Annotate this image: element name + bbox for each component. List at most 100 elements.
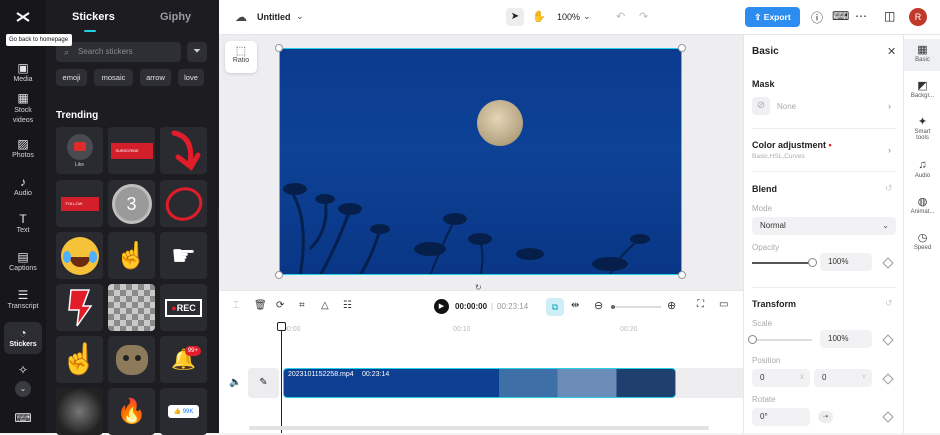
scale-slider[interactable] (748, 335, 812, 344)
screen-icon[interactable]: ▭ (719, 299, 728, 310)
play-button[interactable]: ▶ (434, 299, 449, 314)
playhead[interactable] (277, 322, 286, 433)
sticker-laugh-emoji[interactable] (56, 232, 103, 279)
opacity-input[interactable]: 100% (820, 253, 872, 271)
rail-item-keyboard[interactable]: ⌨ (0, 410, 46, 426)
delete-icon[interactable]: 🗑 (254, 300, 267, 311)
zoom-out-icon[interactable]: ⊖ (594, 299, 603, 312)
split-icon[interactable]: ⌶ (233, 300, 239, 311)
reset-icon[interactable]: ↺ (885, 298, 893, 309)
flip-icon[interactable]: △ (321, 300, 329, 311)
reset-icon[interactable]: ↺ (885, 183, 893, 194)
opacity-slider[interactable] (752, 258, 817, 267)
rail-item-stock-videos[interactable]: ▦ Stock videos (0, 90, 46, 126)
cover-edit-button[interactable]: ✎ (248, 368, 279, 398)
video-clip[interactable]: 2023101152258.mp4 00:23:14 (283, 368, 676, 398)
zoom-select[interactable]: 100% (557, 12, 580, 22)
undo-icon[interactable]: ↶ (616, 10, 625, 23)
position-x-input[interactable]: 0X (752, 369, 810, 387)
edit-icon[interactable]: ☷ (343, 300, 352, 311)
resize-handle[interactable] (678, 44, 686, 52)
rail-item-effects[interactable]: ✧ (0, 362, 46, 378)
help-icon[interactable]: ⓘ (811, 9, 823, 26)
tab-giphy[interactable]: Giphy (160, 11, 191, 23)
rail-tab-speed[interactable]: ◷ Speed (904, 231, 940, 251)
rail-item-stickers[interactable]: ◔ Stickers (4, 322, 42, 354)
rail-item-captions[interactable]: ▤ Captions (0, 249, 46, 272)
replay-icon[interactable]: ⟳ (276, 300, 284, 311)
project-title[interactable]: Untitled (257, 12, 291, 22)
rotate-dial[interactable]: ⇢ (818, 411, 833, 423)
zoom-in-icon[interactable]: ⊕ (667, 299, 676, 312)
sticker-countdown[interactable]: 3 (108, 180, 155, 227)
capcut-logo-icon[interactable] (15, 9, 31, 25)
search-input[interactable]: ⌕ Search stickers (56, 42, 181, 62)
chip-emoji[interactable]: emoji (56, 69, 87, 86)
rail-tab-audio[interactable]: ♫ Audio (904, 159, 940, 179)
scale-input[interactable]: 100% (820, 330, 872, 348)
resize-handle[interactable] (678, 271, 686, 279)
sticker-mosaic[interactable] (108, 284, 155, 331)
export-button[interactable]: ⇪ Export (745, 7, 800, 27)
link-icon[interactable]: ⇹ (571, 300, 579, 311)
keyframe-icon[interactable] (882, 334, 894, 346)
sticker-rec[interactable]: ●REC (160, 284, 207, 331)
sticker-red-arrow-down[interactable] (56, 284, 103, 331)
chevron-right-icon[interactable]: › (888, 101, 891, 111)
keyframe-icon[interactable] (882, 411, 894, 423)
rail-item-audio[interactable]: ♪ Audio (0, 174, 46, 197)
rail-item-media[interactable]: ▣ Media (0, 60, 46, 83)
chevron-down-icon[interactable]: ⌄ (296, 11, 304, 22)
magnet-toggle[interactable]: ⧉ (546, 298, 564, 316)
sticker-fire[interactable]: 🔥 (108, 388, 155, 435)
sticker-speed-lines[interactable] (56, 388, 103, 435)
position-y-input[interactable]: 0Y (814, 369, 872, 387)
layout-toggle-icon[interactable]: ◫ (884, 9, 895, 23)
sticker-follow[interactable]: FOLLOW (56, 180, 103, 227)
sticker-like-counter[interactable]: 👍 99K (160, 388, 207, 435)
sticker-click-hand[interactable]: ☝ (108, 232, 155, 279)
sticker-white-hand[interactable]: ☝ (56, 336, 103, 383)
timeline-scrollbar[interactable] (249, 426, 709, 430)
video-preview[interactable] (279, 48, 682, 275)
sticker-notification[interactable]: 🔔 99+ (160, 336, 207, 383)
sticker-subscribe[interactable]: SUBSCRIBE (108, 127, 155, 174)
blend-mode-select[interactable]: Normal ⌄ (752, 217, 896, 235)
chip-love[interactable]: love (178, 69, 204, 86)
volume-icon[interactable]: 🔈 (229, 377, 241, 388)
redo-icon[interactable]: ↷ (639, 10, 648, 23)
chevron-right-icon[interactable]: › (888, 145, 891, 155)
rail-tab-smart-tools[interactable]: ✦ Smart tools (904, 115, 940, 141)
keyframe-icon[interactable] (882, 257, 894, 269)
rail-tab-animation[interactable]: ◍ Animat... (904, 195, 940, 215)
fullscreen-icon[interactable]: ⛶ (697, 299, 704, 310)
sticker-like[interactable]: Like (56, 127, 103, 174)
chip-mosaic[interactable]: mosaic (94, 69, 133, 86)
sticker-cat[interactable] (108, 336, 155, 383)
ratio-button[interactable]: ⬚ Ratio (225, 41, 257, 73)
select-tool-button[interactable]: ➤ (506, 8, 524, 26)
tab-stickers[interactable]: Stickers (72, 11, 115, 23)
no-mask-icon[interactable]: ⊘ (752, 97, 770, 115)
sticker-red-arrow[interactable] (160, 127, 207, 174)
shortcuts-icon[interactable]: ⌨ (832, 9, 849, 23)
chip-arrow[interactable]: arrow (140, 69, 171, 86)
resize-handle[interactable] (275, 44, 283, 52)
cloud-icon[interactable]: ☁ (235, 10, 247, 24)
rail-item-text[interactable]: T Text (0, 211, 46, 234)
more-icon[interactable]: ⋯ (855, 9, 867, 23)
sticker-pointing-hand[interactable]: ☛ (160, 232, 207, 279)
rail-item-transcript[interactable]: ☰ Transcript (0, 287, 46, 310)
chevron-down-icon[interactable]: ⌄ (583, 11, 591, 22)
zoom-slider[interactable] (611, 305, 661, 309)
crop-icon[interactable]: ⌗ (299, 300, 305, 311)
hand-tool-icon[interactable]: ✋ (532, 10, 546, 23)
rotate-input[interactable]: 0° (752, 408, 810, 426)
rail-item-photos[interactable]: ▨ Photos (0, 136, 46, 159)
resize-handle[interactable] (275, 271, 283, 279)
rail-tab-basic[interactable]: ▦ Basic (904, 39, 940, 71)
filter-button[interactable]: ⏷ (187, 42, 207, 62)
sticker-red-circle[interactable] (160, 180, 207, 227)
color-adjust-title[interactable]: Color adjustment • (752, 140, 832, 150)
rail-tab-background[interactable]: ◩ Backgr... (904, 79, 940, 99)
